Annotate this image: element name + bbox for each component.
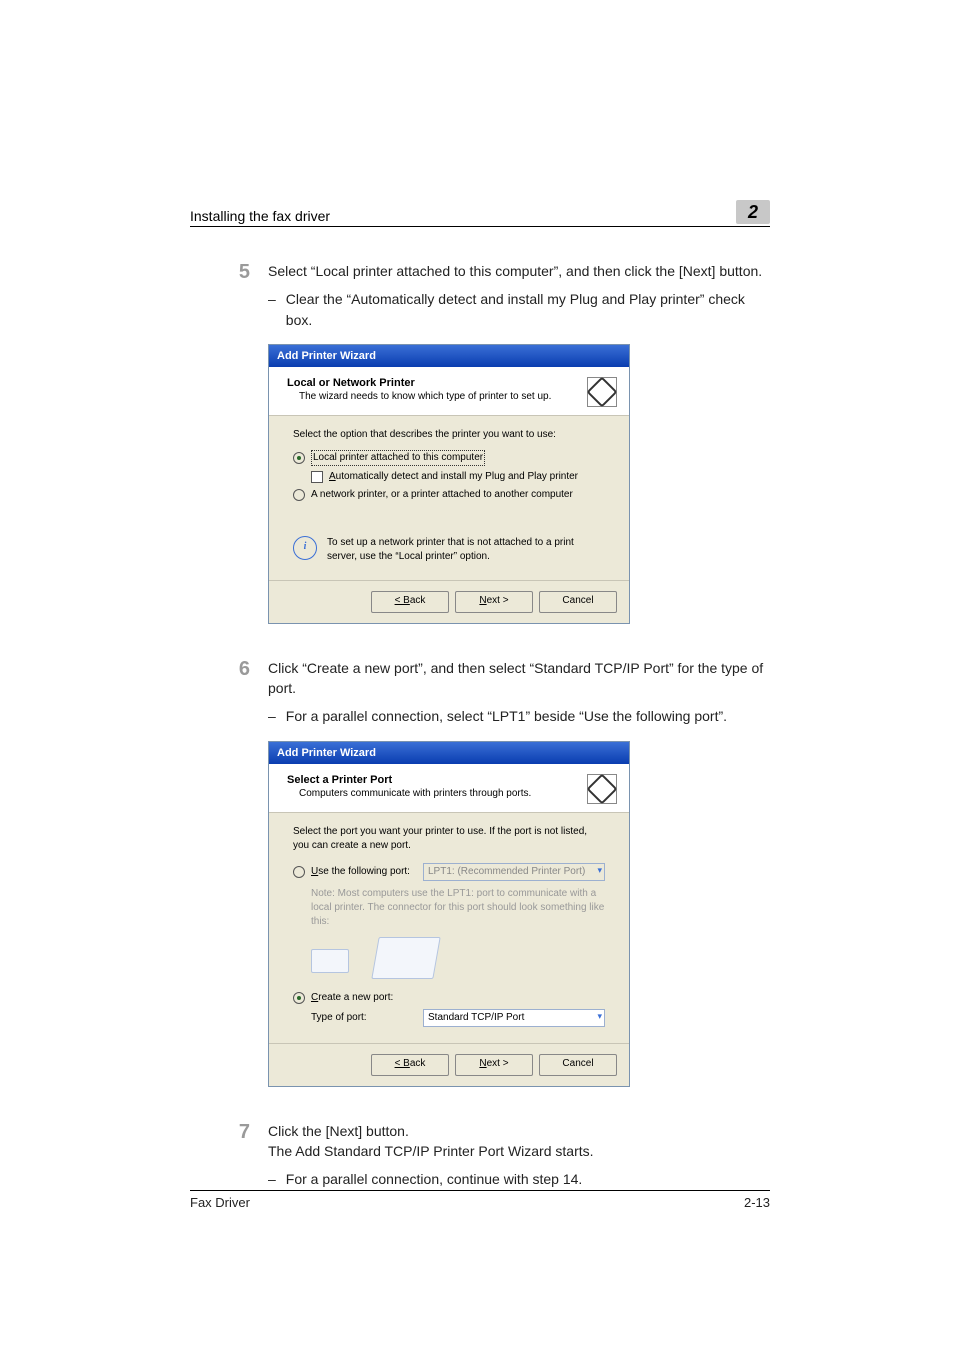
checkbox-auto-detect[interactable] (311, 471, 323, 483)
radio-create-new-port[interactable] (293, 992, 305, 1004)
connector-illustration (311, 933, 605, 983)
chapter-badge: 2 (736, 200, 770, 224)
next-button[interactable]: Next > (455, 1054, 533, 1076)
footer-right: 2-13 (744, 1195, 770, 1210)
printer-icon (587, 774, 617, 804)
port-type-select[interactable]: Standard TCP/IP Port (423, 1009, 605, 1027)
step-text: Click the [Next] button. (268, 1121, 770, 1141)
step-text: Select “Local printer attached to this c… (268, 261, 770, 281)
footer-left: Fax Driver (190, 1195, 250, 1210)
dialog-title: Add Printer Wizard (269, 742, 629, 764)
dialog-subheading: The wizard needs to know which type of p… (299, 391, 551, 402)
dialog-prompt: Select the port you want your printer to… (293, 825, 605, 853)
radio-use-following-port-label: Use the following port: (311, 865, 417, 879)
dialog-title: Add Printer Wizard (269, 345, 629, 367)
step-sub: For a parallel connection, continue with… (286, 1169, 583, 1189)
cancel-button[interactable]: Cancel (539, 1054, 617, 1076)
dialog-heading: Local or Network Printer (287, 377, 551, 389)
printer-icon (587, 377, 617, 407)
info-icon: i (293, 536, 317, 560)
step-tail: The Add Standard TCP/IP Printer Port Wiz… (268, 1141, 770, 1161)
info-text: To set up a network printer that is not … (327, 536, 605, 564)
radio-local-printer-label: Local printer attached to this computer (311, 450, 485, 466)
radio-use-following-port[interactable] (293, 866, 305, 878)
checkbox-auto-detect-label: Automatically detect and install my Plug… (329, 470, 578, 484)
cancel-button[interactable]: Cancel (539, 591, 617, 613)
type-of-port-label: Type of port: (311, 1011, 417, 1025)
step-text: Click “Create a new port”, and then sele… (268, 658, 770, 699)
dialog-subheading: Computers communicate with printers thro… (299, 788, 531, 799)
radio-create-new-port-label: Create a new port: (311, 991, 393, 1005)
radio-network-printer[interactable] (293, 489, 305, 501)
section-title: Installing the fax driver (190, 208, 330, 224)
radio-local-printer[interactable] (293, 452, 305, 464)
next-button[interactable]: Next > (455, 591, 533, 613)
step-sub: For a parallel connection, select “LPT1”… (286, 706, 727, 726)
add-printer-wizard-dialog: Add Printer Wizard Local or Network Prin… (268, 344, 630, 624)
port-note: Note: Most computers use the LPT1: port … (311, 887, 605, 929)
dialog-prompt: Select the option that describes the pri… (293, 428, 605, 442)
bullet-dash: – (268, 289, 276, 330)
bullet-dash: – (268, 706, 276, 726)
dialog-heading: Select a Printer Port (287, 774, 531, 786)
bullet-dash: – (268, 1169, 276, 1189)
step-number: 6 (190, 658, 250, 727)
back-button[interactable]: < Back (371, 1054, 449, 1076)
step-number: 7 (190, 1121, 250, 1190)
step-sub: Clear the “Automatically detect and inst… (286, 289, 770, 330)
port-select[interactable]: LPT1: (Recommended Printer Port) (423, 863, 605, 881)
select-printer-port-dialog: Add Printer Wizard Select a Printer Port… (268, 741, 630, 1087)
radio-network-printer-label: A network printer, or a printer attached… (311, 488, 573, 502)
step-number: 5 (190, 261, 250, 330)
back-button[interactable]: < Back (371, 591, 449, 613)
